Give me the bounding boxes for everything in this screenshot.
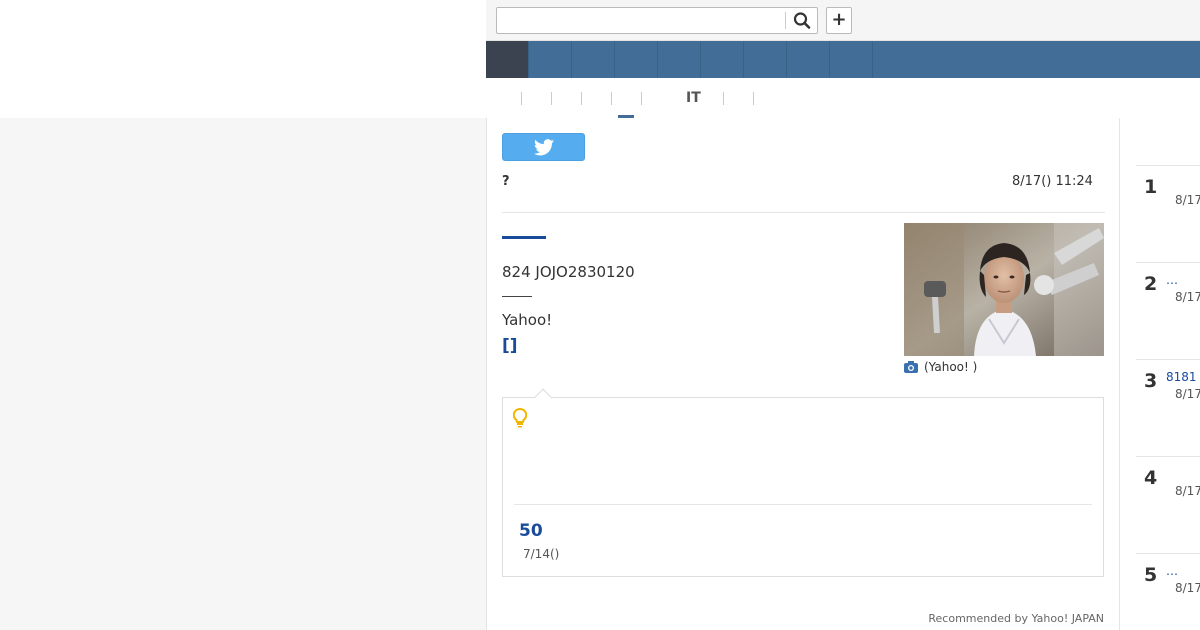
subnav-separator bbox=[641, 92, 642, 105]
category-nav bbox=[486, 41, 1200, 78]
rank-number: 3 bbox=[1144, 370, 1158, 392]
subnav-separator bbox=[521, 92, 522, 105]
tweet-button[interactable] bbox=[502, 133, 585, 161]
page: + IT ? 8/17() 11:24 824 JOJO2830120 Yaho… bbox=[0, 0, 1200, 630]
rank-number: 4 bbox=[1144, 467, 1158, 489]
article-text-line: 824 JOJO2830120 bbox=[502, 263, 635, 281]
photo-caption: (Yahoo! ) bbox=[904, 360, 977, 374]
box-date: 7/14() bbox=[523, 547, 560, 561]
ranking-item[interactable]: 1 8/17 bbox=[1136, 165, 1200, 262]
ranking-item[interactable]: 2 … 8/17 bbox=[1136, 262, 1200, 359]
rank-title[interactable]: … bbox=[1166, 273, 1178, 287]
rank-date: 8/17 bbox=[1175, 387, 1200, 401]
nav-item[interactable] bbox=[744, 41, 787, 78]
nav-item-active[interactable] bbox=[486, 41, 529, 78]
article-link[interactable]: [] bbox=[502, 336, 518, 356]
rank-date: 8/17 bbox=[1175, 290, 1200, 304]
nav-item[interactable] bbox=[787, 41, 830, 78]
article-photo[interactable] bbox=[904, 223, 1104, 356]
subnav-item-it[interactable]: IT bbox=[686, 89, 701, 107]
sub-category-nav: IT bbox=[486, 78, 1200, 119]
subnav-separator bbox=[753, 92, 754, 105]
question-mark-text: ? bbox=[502, 174, 510, 189]
ranking-sidebar: 1 8/17 2 … 8/17 3 8181 8/17 4 8/17 5 … 8… bbox=[1120, 118, 1200, 630]
rank-number: 1 bbox=[1144, 176, 1158, 198]
subnav-separator bbox=[581, 92, 582, 105]
add-button[interactable]: + bbox=[826, 7, 852, 34]
rank-title[interactable]: … bbox=[1166, 564, 1178, 578]
search-input[interactable] bbox=[497, 8, 785, 33]
search-icon bbox=[793, 12, 811, 29]
rank-number: 5 bbox=[1144, 564, 1158, 586]
nav-item[interactable] bbox=[615, 41, 658, 78]
subnav-separator bbox=[611, 92, 612, 105]
article-date: 8/17() 11:24 bbox=[1012, 174, 1093, 189]
ranking-item[interactable]: 4 8/17 bbox=[1136, 456, 1200, 553]
ranking-item[interactable]: 3 8181 8/17 bbox=[1136, 359, 1200, 456]
box-divider bbox=[514, 504, 1092, 505]
rank-date: 8/17 bbox=[1175, 193, 1200, 207]
camera-icon bbox=[904, 361, 918, 373]
nav-item[interactable] bbox=[572, 41, 615, 78]
comment-count-link[interactable]: 50 bbox=[519, 521, 543, 541]
left-gray-area bbox=[0, 118, 486, 630]
nav-item[interactable] bbox=[529, 41, 572, 78]
search-button[interactable] bbox=[791, 10, 813, 31]
header-bar: + bbox=[486, 0, 1200, 41]
photo-caption-text: (Yahoo! ) bbox=[924, 360, 978, 374]
recommended-by-label: Recommended by Yahoo! JAPAN bbox=[928, 612, 1104, 625]
nav-item[interactable] bbox=[830, 41, 873, 78]
rank-number: 2 bbox=[1144, 273, 1158, 295]
rank-date: 8/17 bbox=[1175, 484, 1200, 498]
rank-title[interactable]: 8181 bbox=[1166, 370, 1197, 384]
nav-item[interactable] bbox=[658, 41, 701, 78]
subnav-separator bbox=[723, 92, 724, 105]
rank-date: 8/17 bbox=[1175, 581, 1200, 595]
subnav-separator bbox=[551, 92, 552, 105]
person-photo-image bbox=[904, 223, 1104, 356]
lightbulb-icon bbox=[513, 408, 527, 428]
section-accent-line bbox=[502, 236, 546, 239]
box-notch bbox=[534, 388, 552, 406]
article-text-line: Yahoo! bbox=[502, 311, 553, 329]
article-main: ? 8/17() 11:24 824 JOJO2830120 Yahoo! [] bbox=[486, 118, 1120, 630]
divider bbox=[502, 212, 1105, 213]
ranking-item[interactable]: 5 … 8/17 bbox=[1136, 553, 1200, 630]
short-divider bbox=[502, 296, 532, 297]
search-separator bbox=[785, 12, 786, 29]
nav-item[interactable] bbox=[701, 41, 744, 78]
twitter-bird-icon bbox=[534, 139, 554, 156]
related-box: 50 7/14() bbox=[502, 388, 1104, 577]
search-box bbox=[496, 7, 818, 34]
left-blank-area bbox=[0, 0, 486, 118]
